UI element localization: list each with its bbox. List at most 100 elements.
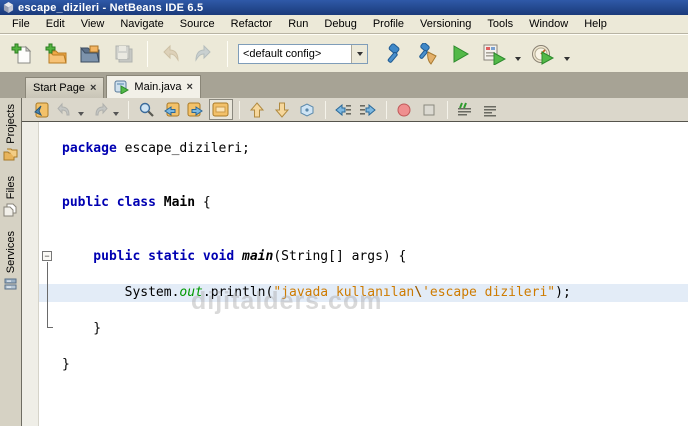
undo-icon: [159, 43, 181, 65]
fold-minus-icon: −: [44, 251, 49, 261]
menu-tools[interactable]: Tools: [479, 16, 521, 32]
uncomment-icon: [481, 102, 499, 118]
record-macro-button[interactable]: [392, 99, 416, 120]
sidebar-tab-files[interactable]: Files: [3, 174, 18, 219]
find-icon: [138, 101, 155, 118]
code-lines: package escape_dizileri;public class Mai…: [39, 122, 688, 374]
sidebar-tab-projects[interactable]: Projects: [3, 102, 18, 164]
code-line[interactable]: [39, 266, 688, 284]
save-all-button[interactable]: [110, 40, 138, 68]
tab-main-java[interactable]: Main.java ×: [106, 75, 201, 98]
menu-navigate[interactable]: Navigate: [112, 16, 171, 32]
comment-button[interactable]: [453, 99, 477, 120]
last-edit-position-button[interactable]: [28, 99, 52, 120]
code-line[interactable]: [39, 338, 688, 356]
close-icon[interactable]: ×: [187, 82, 193, 92]
sidebar-tab-label: Projects: [5, 104, 17, 144]
shift-right-button[interactable]: [356, 99, 380, 120]
build-project-icon: [381, 43, 403, 65]
glyph-margin[interactable]: [22, 122, 39, 426]
chevron-down-icon: [357, 52, 363, 56]
code-line[interactable]: }: [39, 320, 688, 338]
left-sidebar: Projects Files Services: [0, 98, 22, 426]
code-line[interactable]: [39, 230, 688, 248]
code-line[interactable]: }: [39, 356, 688, 374]
build-project-button[interactable]: [378, 40, 406, 68]
back-button[interactable]: [53, 99, 77, 120]
uncomment-button[interactable]: [478, 99, 502, 120]
redo-button[interactable]: [190, 40, 218, 68]
menu-debug[interactable]: Debug: [316, 16, 364, 32]
code-line[interactable]: public static void main(String[] args) {: [39, 248, 688, 266]
stop-macro-button[interactable]: [417, 99, 441, 120]
next-bookmark-button[interactable]: [270, 99, 294, 120]
titlebar[interactable]: escape_dizileri - NetBeans IDE 6.5: [0, 0, 688, 15]
fold-guide-line: [47, 262, 53, 328]
projects-icon: [3, 148, 18, 162]
new-file-button[interactable]: [8, 40, 36, 68]
find-previous-icon: [162, 102, 180, 118]
config-dropdown-button[interactable]: [351, 45, 367, 63]
code-fold-toggle[interactable]: −: [42, 251, 52, 261]
new-project-button[interactable]: [42, 40, 70, 68]
code-line[interactable]: [39, 212, 688, 230]
highlight-search-icon: [212, 102, 230, 118]
back-dropdown-caret-icon[interactable]: [78, 112, 84, 116]
code-line[interactable]: [39, 176, 688, 194]
editor-tab-row: Start Page × Main.java ×: [0, 73, 688, 98]
menu-view[interactable]: View: [73, 16, 113, 32]
next-bookmark-icon: [274, 102, 290, 118]
shift-left-icon: [334, 102, 352, 118]
menu-source[interactable]: Source: [172, 16, 223, 32]
menu-edit[interactable]: Edit: [38, 16, 73, 32]
editor-toolbar: [22, 98, 688, 122]
shift-right-icon: [359, 102, 377, 118]
run-project-button[interactable]: [446, 40, 474, 68]
code-line[interactable]: [39, 122, 688, 140]
code-editor[interactable]: package escape_dizileri;public class Mai…: [39, 122, 688, 426]
find-button[interactable]: [134, 99, 158, 120]
clean-build-icon: [415, 43, 437, 65]
profile-project-button[interactable]: [529, 40, 557, 68]
menu-help[interactable]: Help: [576, 16, 615, 32]
debug-project-button[interactable]: [480, 40, 508, 68]
tab-start-page[interactable]: Start Page ×: [25, 77, 104, 98]
forward-button[interactable]: [88, 99, 112, 120]
code-line[interactable]: public class Main {: [39, 194, 688, 212]
find-next-button[interactable]: [184, 99, 208, 120]
code-line[interactable]: [39, 158, 688, 176]
undo-button[interactable]: [156, 40, 184, 68]
profile-dropdown-caret-icon[interactable]: [564, 57, 570, 61]
close-icon[interactable]: ×: [90, 83, 96, 93]
toggle-highlight-search-button[interactable]: [209, 99, 233, 120]
code-line[interactable]: package escape_dizileri;: [39, 140, 688, 158]
menu-refactor[interactable]: Refactor: [223, 16, 281, 32]
forward-icon: [92, 102, 108, 118]
menu-file[interactable]: File: [4, 16, 38, 32]
clean-build-project-button[interactable]: [412, 40, 440, 68]
debug-dropdown-caret-icon[interactable]: [515, 57, 521, 61]
menu-window[interactable]: Window: [521, 16, 576, 32]
find-previous-button[interactable]: [159, 99, 183, 120]
sidebar-tab-services[interactable]: Services: [3, 229, 18, 293]
previous-bookmark-icon: [249, 102, 265, 118]
netbeans-window: escape_dizileri - NetBeans IDE 6.5 File …: [0, 0, 688, 426]
toolbar-separator: [239, 101, 240, 119]
tab-label: Main.java: [134, 81, 181, 93]
config-combobox[interactable]: <default config>: [238, 44, 368, 64]
menu-profile[interactable]: Profile: [365, 16, 412, 32]
window-title: escape_dizileri - NetBeans IDE 6.5: [18, 2, 203, 14]
record-macro-icon: [396, 102, 412, 118]
previous-bookmark-button[interactable]: [245, 99, 269, 120]
stop-macro-icon: [421, 102, 437, 118]
menu-run[interactable]: Run: [280, 16, 316, 32]
menu-versioning[interactable]: Versioning: [412, 16, 479, 32]
toolbar-separator: [386, 101, 387, 119]
forward-dropdown-caret-icon[interactable]: [113, 112, 119, 116]
toggle-bookmark-button[interactable]: [295, 99, 319, 120]
debug-project-icon: [482, 43, 506, 65]
open-project-button[interactable]: [76, 40, 104, 68]
comment-icon: [456, 102, 474, 118]
files-icon: [3, 203, 18, 217]
shift-left-button[interactable]: [331, 99, 355, 120]
